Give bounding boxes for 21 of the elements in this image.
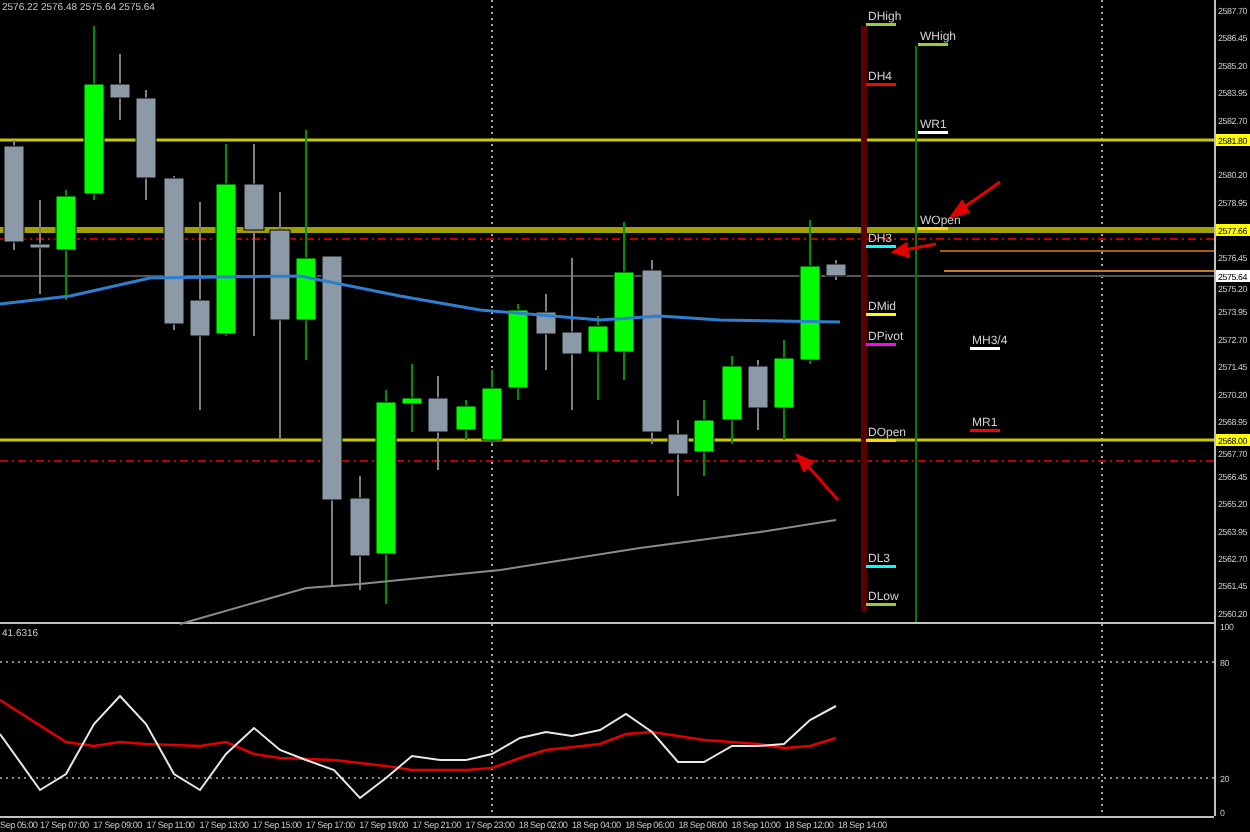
candlestick [349, 475, 371, 591]
candlestick [721, 355, 743, 445]
candlestick [693, 399, 715, 477]
arrow-icon [948, 180, 1001, 219]
candlestick [455, 399, 477, 441]
candlestick [825, 259, 847, 281]
candlestick [401, 363, 423, 433]
candlestick [427, 375, 449, 471]
candlestick [773, 339, 795, 441]
candlestick [507, 303, 529, 401]
candlestick [55, 189, 77, 301]
candlestick [587, 315, 609, 401]
arrow-icon [890, 241, 937, 259]
candlestick [747, 359, 769, 431]
candlestick [109, 53, 131, 121]
candlestick [535, 293, 557, 371]
candlestick [667, 419, 689, 497]
candlestick [481, 369, 503, 445]
candlestick [29, 199, 51, 295]
arrow-icon [795, 453, 840, 501]
candlestick [135, 89, 157, 201]
